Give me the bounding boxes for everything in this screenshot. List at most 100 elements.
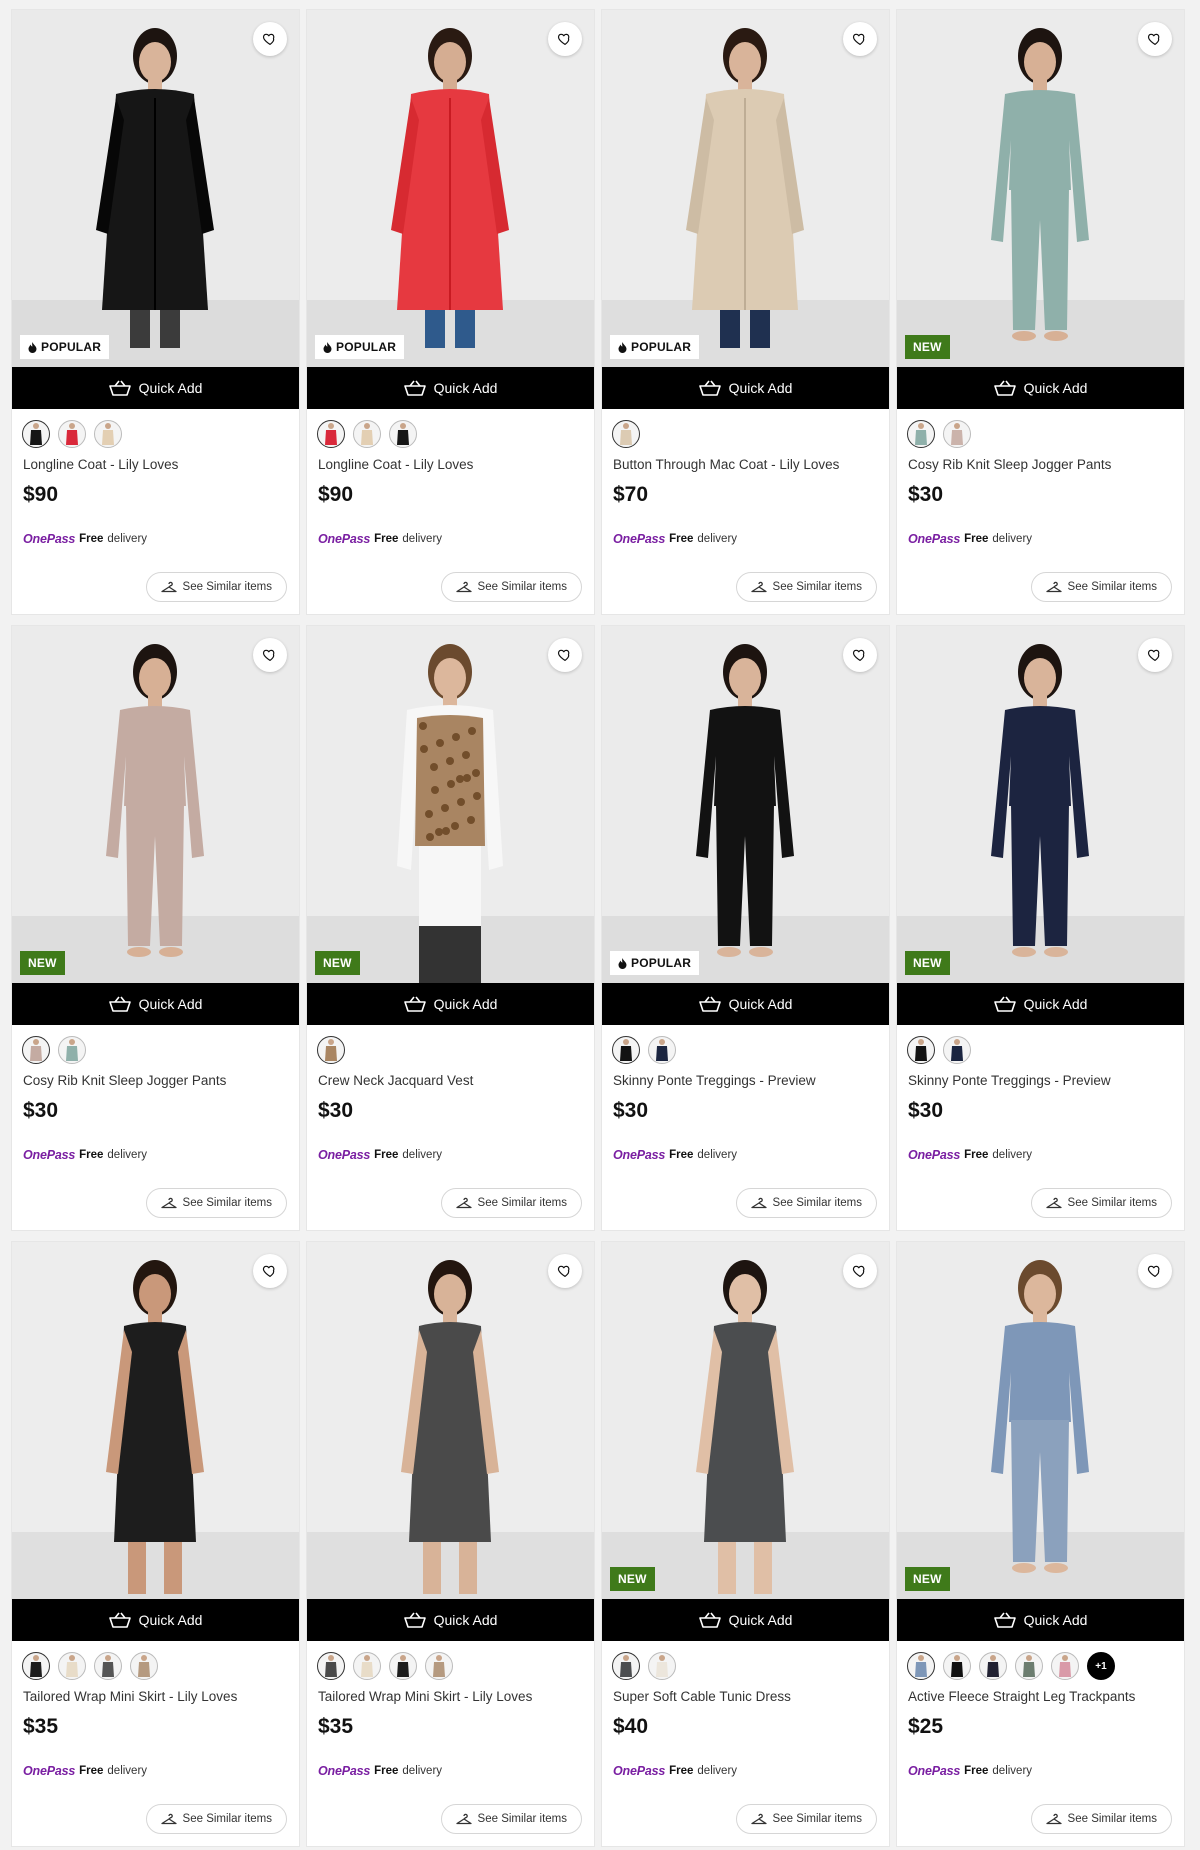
color-swatch[interactable] — [648, 1652, 676, 1680]
product-image[interactable]: NEW — [897, 10, 1184, 367]
wishlist-button[interactable] — [548, 1254, 582, 1288]
quick-add-button[interactable]: Quick Add — [307, 367, 594, 409]
product-image[interactable] — [12, 1242, 299, 1599]
see-similar-button[interactable]: See Similar items — [145, 572, 287, 602]
wishlist-button[interactable] — [548, 22, 582, 56]
color-swatch[interactable] — [907, 1652, 935, 1680]
color-swatch[interactable] — [907, 1036, 935, 1064]
color-swatch[interactable] — [943, 420, 971, 448]
wishlist-button[interactable] — [843, 22, 877, 56]
color-swatch[interactable] — [353, 1652, 381, 1680]
quick-add-button[interactable]: Quick Add — [12, 367, 299, 409]
product-title[interactable]: Tailored Wrap Mini Skirt - Lily Loves — [12, 1681, 299, 1707]
product-image[interactable]: NEW — [602, 1242, 889, 1599]
wishlist-button[interactable] — [843, 1254, 877, 1288]
color-swatch[interactable] — [58, 420, 86, 448]
product-image[interactable]: POPULAR — [12, 10, 299, 367]
color-swatch[interactable] — [648, 1036, 676, 1064]
product-image[interactable]: NEW — [897, 1242, 1184, 1599]
color-swatch[interactable] — [317, 1652, 345, 1680]
color-swatch[interactable] — [22, 1652, 50, 1680]
product-card[interactable]: POPULAR Quick Add Skinny Ponte Treggings -… — [602, 626, 889, 1230]
quick-add-button[interactable]: Quick Add — [602, 983, 889, 1025]
product-title[interactable]: Longline Coat - Lily Loves — [307, 449, 594, 475]
quick-add-button[interactable]: Quick Add — [897, 983, 1184, 1025]
see-similar-button[interactable]: See Similar items — [145, 1188, 287, 1218]
product-title[interactable]: Active Fleece Straight Leg Trackpants — [897, 1681, 1184, 1707]
product-card[interactable]: Quick Add Tailored Wrap Mini Skirt - Lily… — [12, 1242, 299, 1846]
product-card[interactable]: NEW Quick Add +1 Active Fleece Straight Leg… — [897, 1242, 1184, 1846]
color-swatch[interactable] — [317, 1036, 345, 1064]
see-similar-button[interactable]: See Similar items — [1030, 1804, 1172, 1834]
product-title[interactable]: Longline Coat - Lily Loves — [12, 449, 299, 475]
product-image[interactable] — [307, 1242, 594, 1599]
see-similar-button[interactable]: See Similar items — [735, 1188, 877, 1218]
color-swatch[interactable] — [979, 1652, 1007, 1680]
quick-add-button[interactable]: Quick Add — [602, 367, 889, 409]
see-similar-button[interactable]: See Similar items — [440, 1188, 582, 1218]
color-swatch[interactable] — [317, 420, 345, 448]
product-card[interactable]: POPULAR Quick Add Longline Coat - Lily Lov… — [307, 10, 594, 614]
color-swatch[interactable] — [94, 420, 122, 448]
color-swatch[interactable] — [58, 1036, 86, 1064]
product-title[interactable]: Super Soft Cable Tunic Dress — [602, 1681, 889, 1707]
see-similar-button[interactable]: See Similar items — [735, 1804, 877, 1834]
color-swatch[interactable] — [58, 1652, 86, 1680]
product-card[interactable]: NEW Quick Add Cosy Rib Knit Sleep Jogger P… — [12, 626, 299, 1230]
color-swatch[interactable] — [1015, 1652, 1043, 1680]
see-similar-button[interactable]: See Similar items — [440, 1804, 582, 1834]
color-swatch[interactable] — [389, 1652, 417, 1680]
product-card[interactable]: NEW Quick Add Skinny Ponte Treggings - Pre… — [897, 626, 1184, 1230]
product-title[interactable]: Skinny Ponte Treggings - Preview — [897, 1065, 1184, 1091]
quick-add-button[interactable]: Quick Add — [12, 1599, 299, 1641]
wishlist-button[interactable] — [1138, 22, 1172, 56]
see-similar-button[interactable]: See Similar items — [440, 572, 582, 602]
see-similar-button[interactable]: See Similar items — [145, 1804, 287, 1834]
wishlist-button[interactable] — [253, 1254, 287, 1288]
wishlist-button[interactable] — [253, 22, 287, 56]
product-image[interactable]: NEW — [12, 626, 299, 983]
product-image[interactable]: POPULAR — [307, 10, 594, 367]
product-card[interactable]: POPULAR Quick Add Longline Coat - Lily Lov… — [12, 10, 299, 614]
quick-add-button[interactable]: Quick Add — [307, 983, 594, 1025]
quick-add-button[interactable]: Quick Add — [602, 1599, 889, 1641]
color-swatch[interactable] — [1051, 1652, 1079, 1680]
more-colors-button[interactable]: +1 — [1087, 1652, 1115, 1680]
quick-add-button[interactable]: Quick Add — [307, 1599, 594, 1641]
product-title[interactable]: Crew Neck Jacquard Vest — [307, 1065, 594, 1091]
wishlist-button[interactable] — [548, 638, 582, 672]
color-swatch[interactable] — [94, 1652, 122, 1680]
product-title[interactable]: Tailored Wrap Mini Skirt - Lily Loves — [307, 1681, 594, 1707]
color-swatch[interactable] — [425, 1652, 453, 1680]
wishlist-button[interactable] — [253, 638, 287, 672]
wishlist-button[interactable] — [1138, 638, 1172, 672]
see-similar-button[interactable]: See Similar items — [1030, 572, 1172, 602]
product-title[interactable]: Cosy Rib Knit Sleep Jogger Pants — [12, 1065, 299, 1091]
color-swatch[interactable] — [353, 420, 381, 448]
color-swatch[interactable] — [612, 1036, 640, 1064]
color-swatch[interactable] — [389, 420, 417, 448]
product-title[interactable]: Cosy Rib Knit Sleep Jogger Pants — [897, 449, 1184, 475]
product-image[interactable]: NEW — [307, 626, 594, 983]
product-image[interactable]: NEW — [897, 626, 1184, 983]
product-card[interactable]: NEW Quick Add Crew Neck Jacquard Vest $30 On… — [307, 626, 594, 1230]
wishlist-button[interactable] — [1138, 1254, 1172, 1288]
product-image[interactable]: POPULAR — [602, 626, 889, 983]
product-image[interactable]: POPULAR — [602, 10, 889, 367]
color-swatch[interactable] — [612, 1652, 640, 1680]
product-card[interactable]: Quick Add Tailored Wrap Mini Skirt - Lily… — [307, 1242, 594, 1846]
color-swatch[interactable] — [907, 420, 935, 448]
quick-add-button[interactable]: Quick Add — [897, 367, 1184, 409]
product-title[interactable]: Button Through Mac Coat - Lily Loves — [602, 449, 889, 475]
product-card[interactable]: NEW Quick Add Super Soft Cable Tunic Dress… — [602, 1242, 889, 1846]
product-title[interactable]: Skinny Ponte Treggings - Preview — [602, 1065, 889, 1091]
color-swatch[interactable] — [22, 1036, 50, 1064]
color-swatch[interactable] — [130, 1652, 158, 1680]
wishlist-button[interactable] — [843, 638, 877, 672]
product-card[interactable]: POPULAR Quick Add Button Through Mac Coat … — [602, 10, 889, 614]
color-swatch[interactable] — [22, 420, 50, 448]
color-swatch[interactable] — [943, 1036, 971, 1064]
quick-add-button[interactable]: Quick Add — [12, 983, 299, 1025]
color-swatch[interactable] — [943, 1652, 971, 1680]
product-card[interactable]: NEW Quick Add Cosy Rib Knit Sleep Jogger P… — [897, 10, 1184, 614]
